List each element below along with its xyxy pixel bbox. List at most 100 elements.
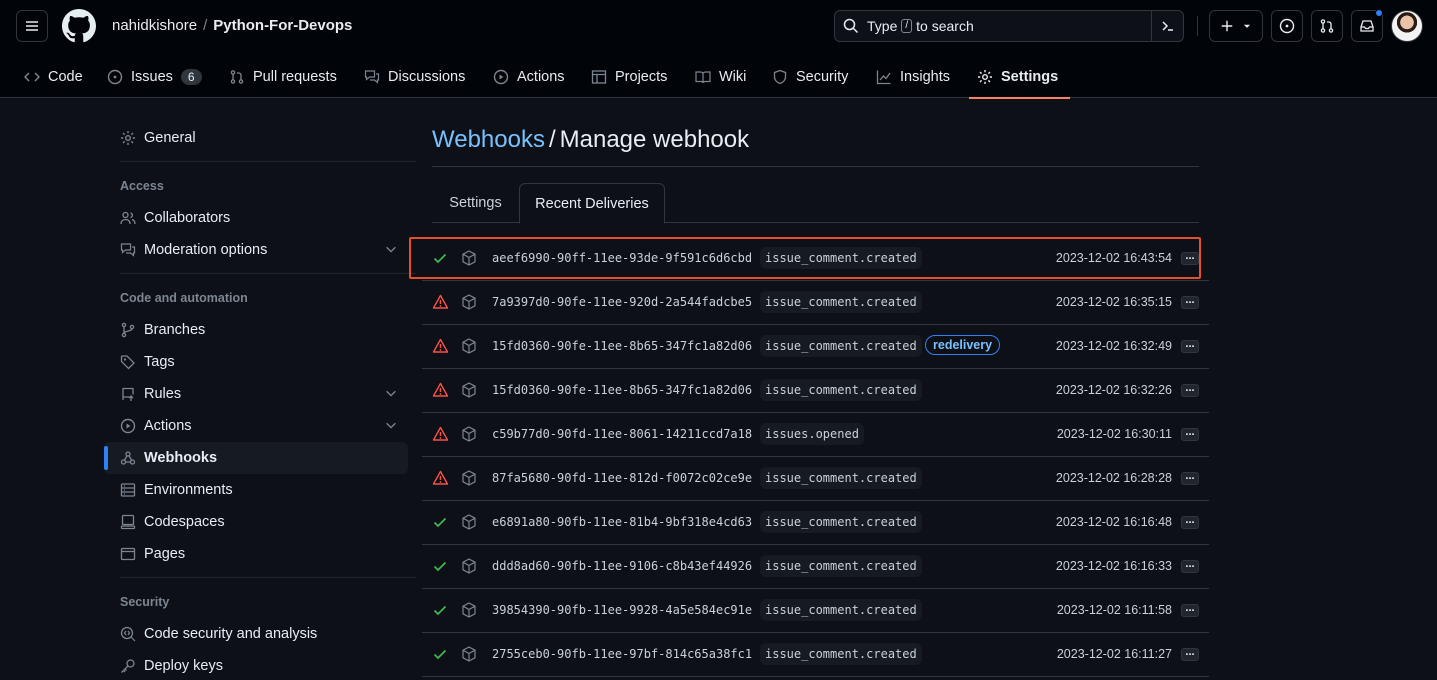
kebab-horizontal-icon[interactable]: ... [1181,515,1199,529]
tab-settings[interactable]: Settings [968,56,1071,99]
package-icon [461,426,477,445]
kebab-horizontal-icon[interactable]: ... [1181,427,1199,441]
tab-wiki[interactable]: Wiki [695,56,746,98]
kebab-horizontal-icon[interactable]: ... [1181,603,1199,617]
pull-requests-header-button[interactable] [1311,10,1343,42]
tab-issues[interactable]: Issues 6 [107,56,202,98]
repo-push-icon [122,387,134,401]
command-palette-button[interactable] [1151,11,1183,41]
people-icon [120,211,136,225]
tab-security[interactable]: Security [772,56,848,98]
sidebar-item-deploy-keys[interactable]: Deploy keys [104,650,408,680]
check-icon [432,558,448,577]
key-icon [121,659,135,673]
sidebar-item-actions[interactable]: Actions [104,410,408,442]
sidebar-item-label: Actions [144,418,192,434]
sidebar-item-collaborators[interactable]: Collaborators [104,202,408,234]
tab-actions[interactable]: Actions [493,56,565,98]
header-divider [1197,16,1198,36]
codespaces-icon [120,514,136,530]
delivery-guid[interactable]: 87fa5680-90fd-11ee-812d-f0072c02ce9e [492,471,752,485]
delivery-guid[interactable]: 2755ceb0-90fb-11ee-97bf-814c65a38fc1 [492,647,752,661]
delivery-guid[interactable]: aeef6990-90ff-11ee-93de-9f591c6d6cbd [492,251,752,265]
issues-count-badge: 6 [180,69,202,85]
search-input[interactable]: Type / to search [834,10,1184,42]
sidebar-heading-code-automation: Code and automation [120,291,248,305]
sidebar-item-moderation[interactable]: Moderation options [104,234,408,266]
delivery-row[interactable]: 39854390-90fb-11ee-9928-4a5e584ec91e issu… [422,589,1209,633]
kebab-horizontal-icon[interactable]: ... [1181,295,1199,309]
package-icon [461,558,477,577]
page-title: Webhooks / Manage webhook [432,126,749,154]
package-icon [461,646,477,665]
kebab-horizontal-icon[interactable]: ... [1181,339,1199,353]
repo-breadcrumb: nahidkishore / Python-For-Devops [112,17,352,34]
sidebar-item-webhooks[interactable]: Webhooks [104,442,408,474]
sidebar-item-label: Codespaces [144,514,225,530]
delivery-guid[interactable]: e6891a80-90fb-11ee-81b4-9bf318e4cd63 [492,515,752,529]
repo-name-link[interactable]: Python-For-Devops [213,17,352,34]
tab-pull-requests[interactable]: Pull requests [229,56,337,98]
sidebar-item-rules[interactable]: Rules [104,378,408,410]
terminal-icon [1161,21,1173,31]
user-avatar[interactable] [1391,10,1423,42]
alert-icon [432,294,449,313]
delivery-row[interactable]: aeef6990-90ff-11ee-93de-9f591c6d6cbd issu… [422,237,1209,281]
delivery-guid[interactable]: 15fd0360-90fe-11ee-8b65-347fc1a82d06 [492,383,752,397]
tab-insights-label: Insights [900,69,950,85]
delivery-timestamp: 2023-12-02 16:32:26 [1055,383,1172,397]
sidebar-item-label: Code security and analysis [144,626,318,642]
tab-webhook-settings[interactable]: Settings [432,183,519,223]
sidebar-item-codespaces[interactable]: Codespaces [104,506,408,538]
comment-discussion-icon [120,243,136,257]
delivery-row[interactable]: 2755ceb0-90fb-11ee-97bf-814c65a38fc1 issu… [422,633,1209,677]
delivery-row[interactable]: e6891a80-90fb-11ee-81b4-9bf318e4cd63 issu… [422,501,1209,545]
delivery-guid[interactable]: c59b77d0-90fd-11ee-8061-14211ccd7a18 [492,427,752,441]
repo-owner-link[interactable]: nahidkishore [112,17,197,34]
delivery-row[interactable]: c59b77d0-90fd-11ee-8061-14211ccd7a18 issu… [422,413,1209,457]
sidebar-item-code-security[interactable]: Code security and analysis [104,618,408,650]
create-new-button[interactable] [1209,10,1263,42]
delivery-guid[interactable]: 39854390-90fb-11ee-9928-4a5e584ec91e [492,603,752,617]
delivery-row[interactable]: ddd8ad60-90fb-11ee-9106-c8b43ef44926 issu… [422,545,1209,589]
delivery-timestamp: 2023-12-02 16:11:27 [1056,647,1172,661]
breadcrumb-webhooks-link[interactable]: Webhooks [432,126,545,153]
tab-discussions[interactable]: Discussions [364,56,465,98]
sidebar-item-label: Webhooks [144,450,218,466]
triangle-down-icon [1243,24,1251,28]
delivery-row[interactable]: 15fd0360-90fe-11ee-8b65-347fc1a82d06 issu… [422,369,1209,413]
hamburger-menu-button[interactable] [16,10,48,42]
sidebar-item-label: Moderation options [144,242,268,258]
kebab-horizontal-icon[interactable]: ... [1181,647,1199,661]
package-icon [461,294,477,313]
delivery-row[interactable]: 7a9397d0-90fe-11ee-920d-2a544fadcbe5 issu… [422,281,1209,325]
delivery-timestamp: 2023-12-02 16:16:33 [1055,559,1172,573]
tab-recent-deliveries[interactable]: Recent Deliveries [519,183,665,224]
tab-code[interactable]: Code [24,56,83,98]
sidebar-item-environments[interactable]: Environments [104,474,408,506]
delivery-event: issue_comment.created [760,599,922,621]
delivery-row[interactable]: 87fa5680-90fd-11ee-812d-f0072c02ce9e issu… [422,457,1209,501]
delivery-guid[interactable]: ddd8ad60-90fb-11ee-9106-c8b43ef44926 [492,559,752,573]
kebab-horizontal-icon[interactable]: ... [1181,559,1199,573]
repo-nav: Code Issues 6 Pull requests Discussions … [0,56,1437,99]
sidebar-item-general[interactable]: General [104,122,408,154]
webhook-icon [120,451,136,465]
sidebar-item-branches[interactable]: Branches [104,314,408,346]
delivery-guid[interactable]: 7a9397d0-90fe-11ee-920d-2a544fadcbe5 [492,295,752,309]
kebab-horizontal-icon[interactable]: ... [1181,383,1199,397]
kebab-horizontal-icon[interactable]: ... [1181,251,1199,265]
alert-icon [432,338,449,357]
sidebar-item-tags[interactable]: Tags [104,346,408,378]
check-icon [432,250,448,269]
github-logo-icon[interactable] [62,9,96,43]
issues-header-button[interactable] [1271,10,1303,42]
tab-projects[interactable]: Projects [591,56,667,98]
play-icon [493,69,509,85]
delivery-guid[interactable]: 15fd0360-90fe-11ee-8b65-347fc1a82d06 [492,339,752,353]
sidebar-item-pages[interactable]: Pages [104,538,408,570]
delivery-row[interactable]: 15fd0360-90fe-11ee-8b65-347fc1a82d06 issu… [422,325,1209,369]
search-shortcut-key: / [901,19,913,33]
kebab-horizontal-icon[interactable]: ... [1181,471,1199,485]
tab-insights[interactable]: Insights [876,56,950,98]
